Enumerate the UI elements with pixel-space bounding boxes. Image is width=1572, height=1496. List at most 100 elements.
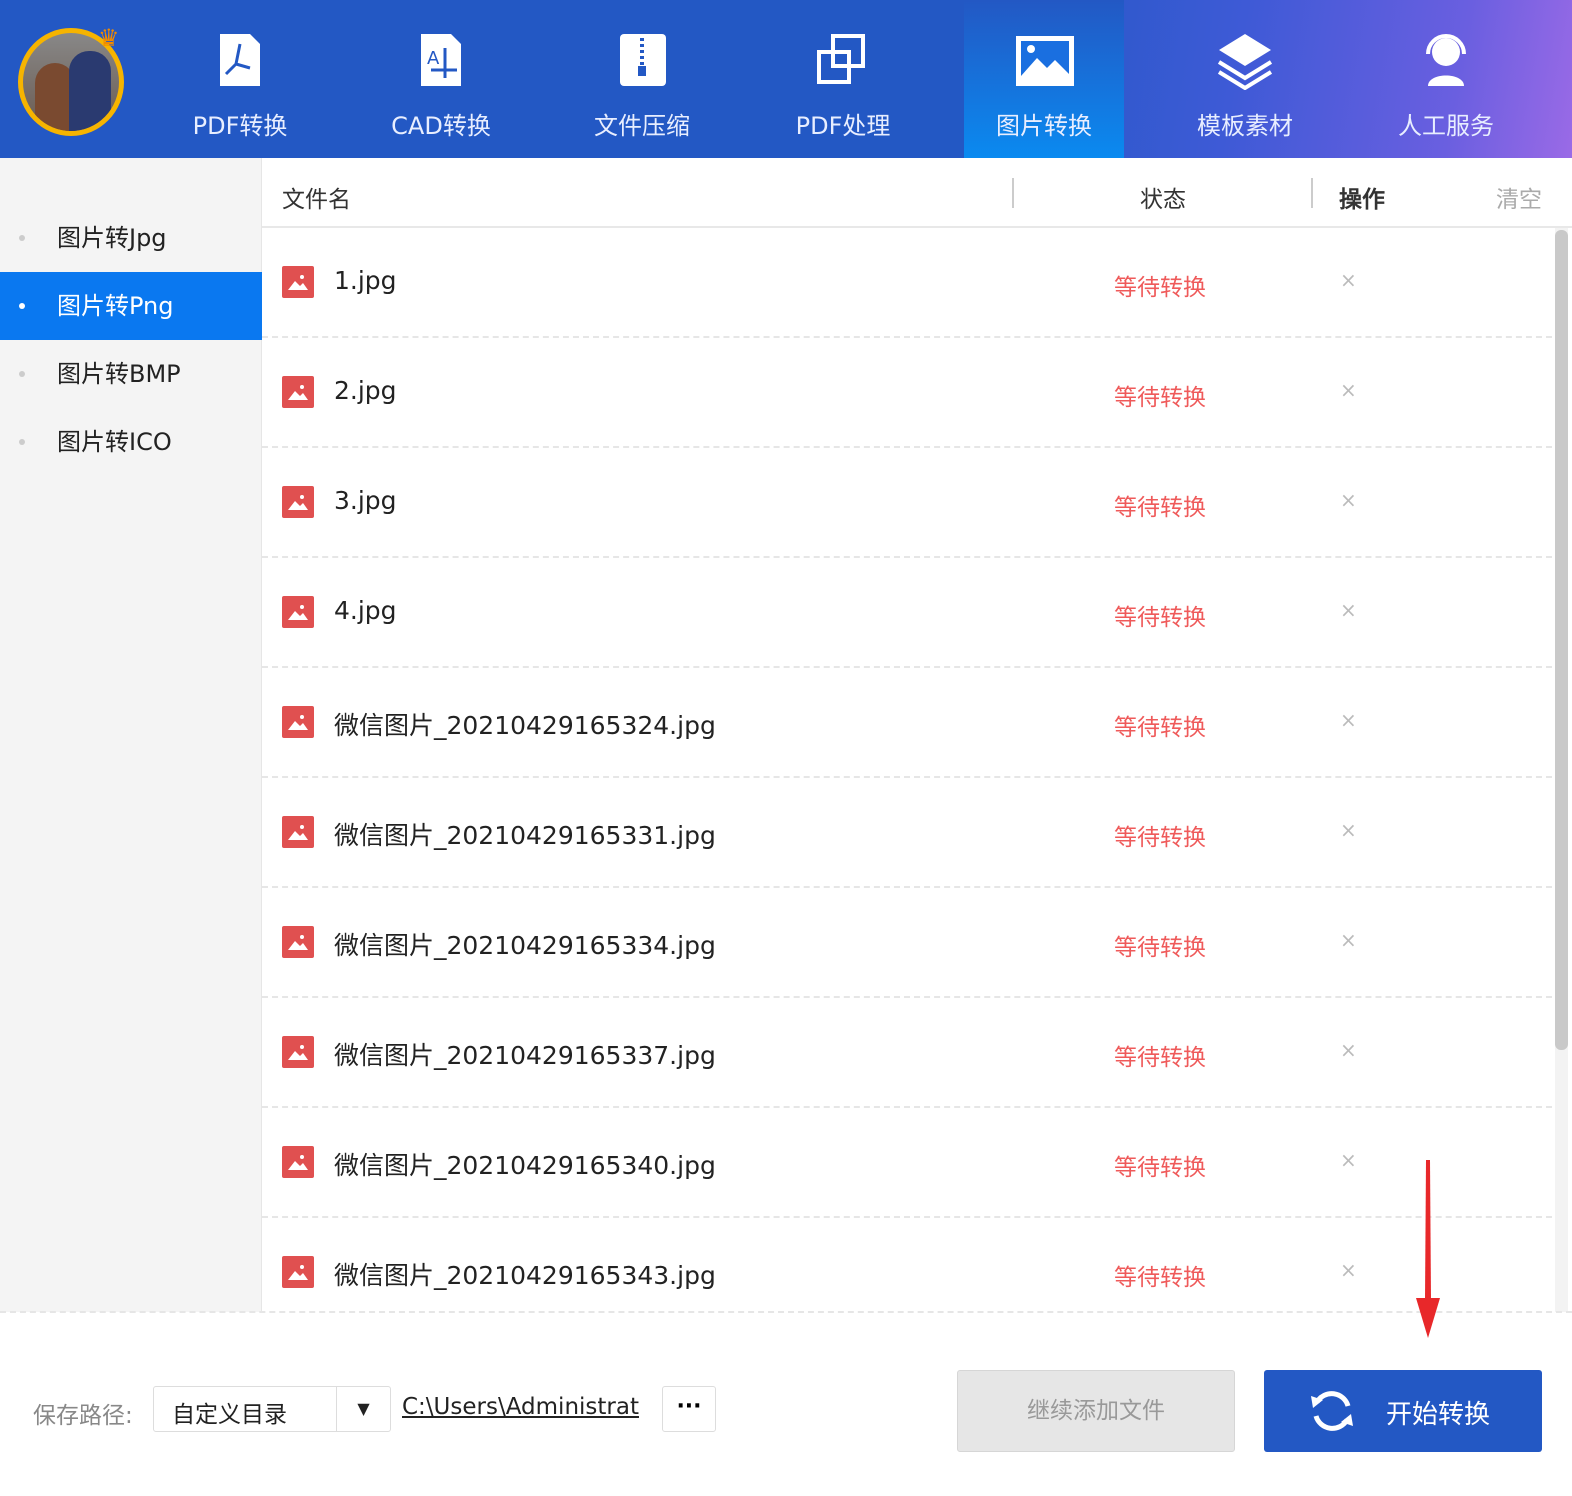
nav-tab-2[interactable]: 文件压缩 [562,0,722,158]
status-badge: 等待转换 [1114,1045,1206,1071]
nav-tab-label: 人工服务 [1398,112,1494,140]
remove-icon[interactable]: × [1340,268,1357,292]
clear-button[interactable]: 清空 [1496,180,1542,214]
image-file-icon [282,1256,314,1288]
table-row: 微信图片_20210429165340.jpg 等待转换 × [262,1108,1552,1218]
remove-icon[interactable]: × [1340,818,1357,842]
nav-tab-label: PDF转换 [192,112,288,140]
bullet-icon [19,303,25,309]
remove-icon[interactable]: × [1340,928,1357,952]
remove-icon[interactable]: × [1340,378,1357,402]
table-row: 微信图片_20210429165337.jpg 等待转换 × [262,998,1552,1108]
remove-icon[interactable]: × [1340,1038,1357,1062]
image-file-icon [282,376,314,408]
svg-text:A: A [427,48,440,69]
status-badge: 等待转换 [1114,275,1206,301]
image-file-icon [282,1036,314,1068]
image-file-icon [282,816,314,848]
bullet-icon [19,439,25,445]
bullet-icon [19,371,25,377]
nav-tab-label: CAD转换 [391,112,491,140]
sidebar-item-label: 图片转BMP [57,360,181,388]
file-name: 微信图片_20210429165343.jpg [334,1261,716,1290]
start-convert-label: 开始转换 [1386,1400,1491,1430]
red-arrow-annotation [1416,1160,1440,1338]
file-name: 微信图片_20210429165324.jpg [334,711,716,740]
sidebar-item-1[interactable]: 图片转Png [0,272,262,340]
nav-tab-label: 图片转换 [996,112,1092,140]
scrollbar[interactable] [1555,228,1568,1312]
column-status: 状态 [1140,187,1186,213]
zip-icon [620,34,666,86]
image-file-icon [282,486,314,518]
table-row: 1.jpg 等待转换 × [262,228,1552,338]
status-badge: 等待转换 [1114,385,1206,411]
file-name: 微信图片_20210429165331.jpg [334,821,716,850]
nav-tab-0[interactable]: PDF转换 [160,0,320,158]
add-files-button[interactable]: 继续添加文件 [957,1370,1235,1452]
nav-tab-3[interactable]: PDF处理 [763,0,923,158]
image-file-icon [282,926,314,958]
sidebar-item-label: 图片转ICO [57,428,172,456]
save-path-label: 保存路径: [33,1403,133,1429]
nav-tab-4[interactable]: 图片转换 [964,0,1124,158]
image-file-icon [282,1146,314,1178]
remove-icon[interactable]: × [1340,708,1357,732]
column-action: 操作 [1339,187,1385,213]
refresh-icon [1311,1391,1353,1431]
browse-button[interactable]: ··· [662,1386,716,1432]
image-file-icon [282,706,314,738]
file-name: 1.jpg [334,266,397,295]
file-list: 1.jpg 等待转换 × 2.jpg 等待转换 × 3.jpg 等待转换 × 4.jpg 等待转换 ×… [262,228,1552,1312]
remove-icon[interactable]: × [1340,598,1357,622]
bullet-icon [19,235,25,241]
status-badge: 等待转换 [1114,495,1206,521]
file-name: 微信图片_20210429165334.jpg [334,931,716,960]
nav-tab-6[interactable]: 人工服务 [1366,0,1526,158]
table-row: 2.jpg 等待转换 × [262,338,1552,448]
sidebar-item-label: 图片转Jpg [57,224,167,252]
remove-icon[interactable]: × [1340,1148,1357,1172]
start-convert-button[interactable]: 开始转换 [1264,1370,1542,1452]
file-name: 4.jpg [334,596,397,625]
table-row: 微信图片_20210429165343.jpg 等待转换 × [262,1218,1552,1312]
table-row: 微信图片_20210429165324.jpg 等待转换 × [262,668,1552,778]
support-icon [1426,34,1466,86]
image-file-icon [282,266,314,298]
sidebar: 图片转Jpg 图片转Png 图片转BMP 图片转ICO [0,158,262,1312]
sidebar-item-3[interactable]: 图片转ICO [0,408,262,476]
nav-tab-label: 文件压缩 [594,112,690,140]
scrollbar-thumb[interactable] [1555,230,1568,1050]
remove-icon[interactable]: × [1340,1258,1357,1282]
remove-icon[interactable]: × [1340,488,1357,512]
table-header: 文件名 状态 操作 清空 [262,158,1572,228]
file-name: 微信图片_20210429165340.jpg [334,1151,716,1180]
top-toolbar: ♛ PDF转换 A CAD转换 文件压缩 PDF处理 图片转换 模板素材 人工服务 [0,0,1572,158]
crown-icon: ♛ [98,24,120,52]
pdf-icon [220,34,260,86]
status-badge: 等待转换 [1114,825,1206,851]
nav-tab-5[interactable]: 模板素材 [1165,0,1325,158]
pdf-process-icon [817,34,865,84]
column-filename: 文件名 [282,187,351,213]
table-row: 微信图片_20210429165331.jpg 等待转换 × [262,778,1552,888]
image-icon [1016,36,1074,86]
table-row: 3.jpg 等待转换 × [262,448,1552,558]
cad-icon: A [421,34,461,86]
sidebar-item-2[interactable]: 图片转BMP [0,340,262,408]
sidebar-item-label: 图片转Png [57,292,174,320]
nav-tab-label: 模板素材 [1197,112,1293,140]
save-path-link[interactable]: C:\Users\Administrat [402,1394,639,1420]
status-badge: 等待转换 [1114,935,1206,961]
chevron-down-icon[interactable]: ▼ [336,1387,390,1431]
status-badge: 等待转换 [1114,1265,1206,1291]
nav-tab-1[interactable]: A CAD转换 [361,0,521,158]
sidebar-item-0[interactable]: 图片转Jpg [0,204,262,272]
status-badge: 等待转换 [1114,605,1206,631]
status-badge: 等待转换 [1114,1155,1206,1181]
save-dir-select[interactable]: 自定义目录 ▼ [153,1386,391,1432]
table-row: 微信图片_20210429165334.jpg 等待转换 × [262,888,1552,998]
table-row: 4.jpg 等待转换 × [262,558,1552,668]
file-name: 2.jpg [334,376,397,405]
nav-tab-label: PDF处理 [795,112,891,140]
